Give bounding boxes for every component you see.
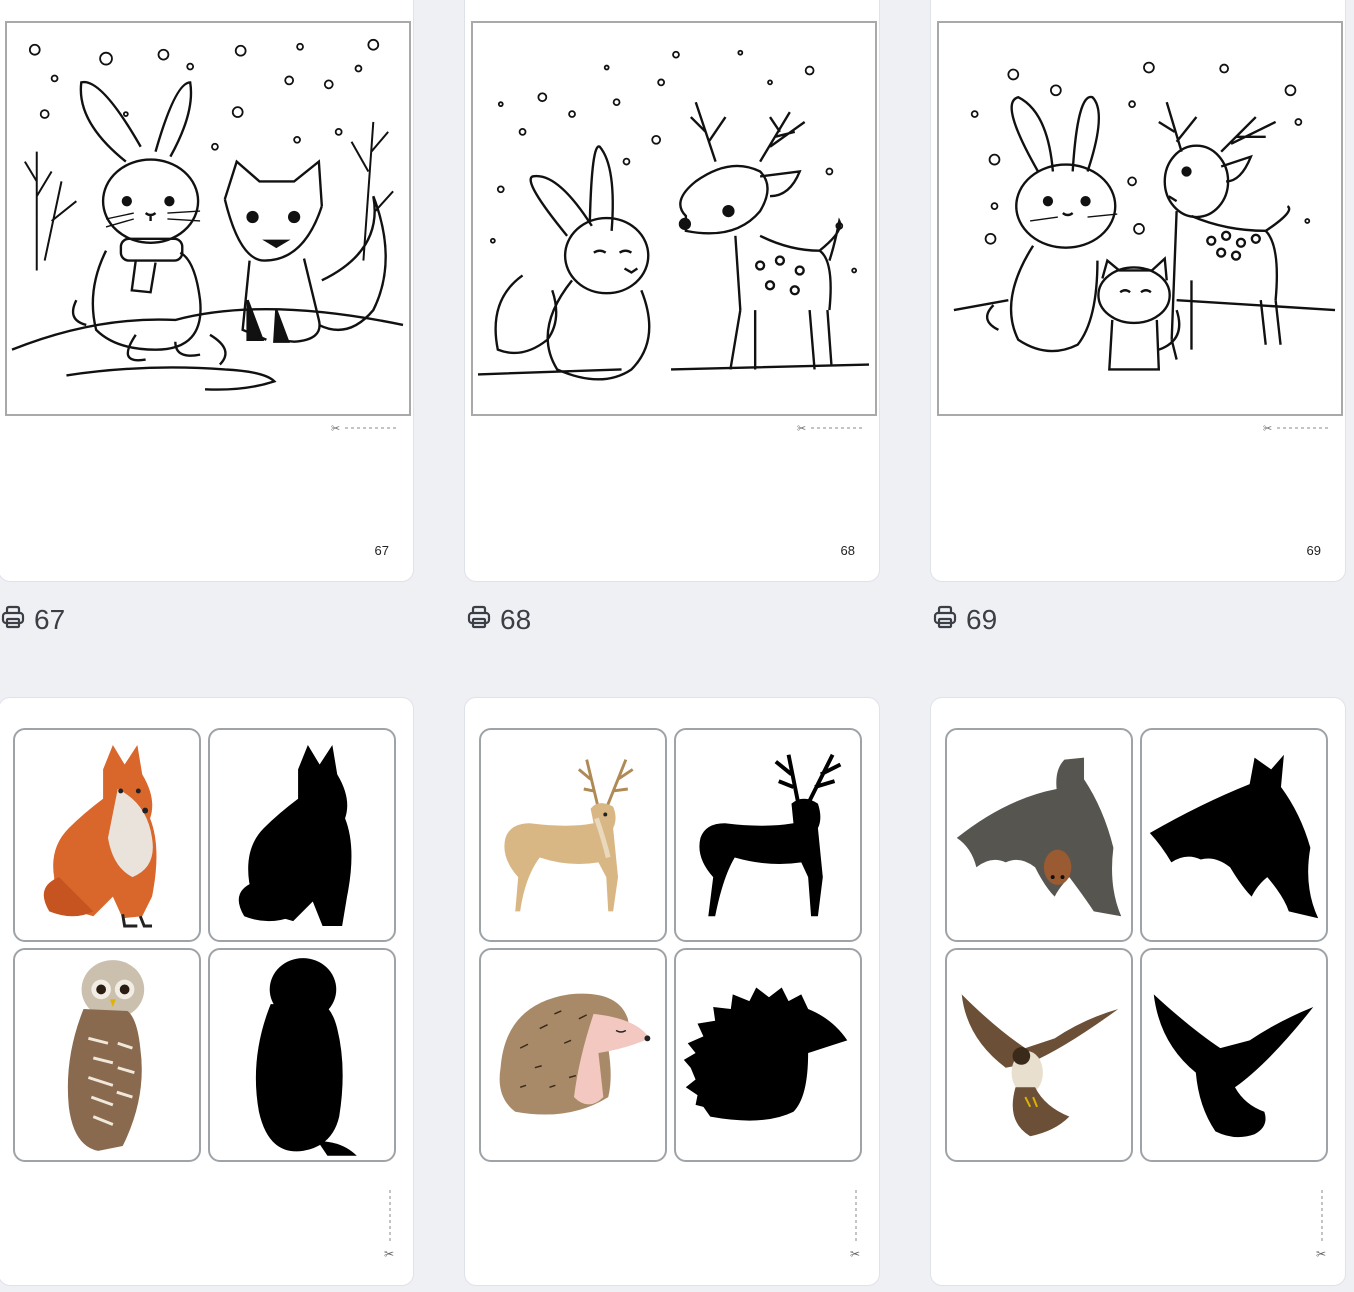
coloring-card-68[interactable]: ✂ 68 <box>464 0 880 582</box>
print-button-67[interactable]: 67 <box>0 603 65 637</box>
page-number: 68 <box>840 543 855 558</box>
tile-hedgehog-color <box>479 948 667 1162</box>
tile-deer-silhouette <box>674 728 862 942</box>
coloring-image-bunny-fox <box>5 21 411 416</box>
svg-text:✂: ✂ <box>384 1247 394 1260</box>
page-number: 69 <box>1306 543 1321 558</box>
tile-bat-silhouette <box>1140 728 1328 942</box>
matching-card-bat-bird[interactable]: ✂ <box>930 697 1346 1286</box>
matching-card-fox-owl[interactable]: ✂ <box>0 697 414 1286</box>
cut-line-scissors-icon: ✂ <box>383 1190 397 1260</box>
coloring-card-69[interactable]: ✂ 69 <box>930 0 1346 582</box>
cut-line-scissors-icon: ✂ <box>1315 1190 1329 1260</box>
cut-line-scissors-icon: ✂ <box>849 1190 863 1260</box>
print-button-69[interactable]: 69 <box>932 603 997 637</box>
tile-bat-color <box>945 728 1133 942</box>
svg-text:✂: ✂ <box>331 423 340 433</box>
svg-text:✂: ✂ <box>1316 1247 1326 1260</box>
cut-line-scissors-icon: ✂ <box>797 423 863 433</box>
print-label-text[interactable]: 68 <box>500 604 531 636</box>
tile-owl-color <box>13 948 201 1162</box>
tile-deer-color <box>479 728 667 942</box>
tile-owl-silhouette <box>208 948 396 1162</box>
tile-hedgehog-silhouette <box>674 948 862 1162</box>
printer-icon[interactable] <box>932 604 958 637</box>
print-button-68[interactable]: 68 <box>466 603 531 637</box>
tile-fox-color <box>13 728 201 942</box>
svg-text:✂: ✂ <box>1263 423 1272 433</box>
printer-icon[interactable] <box>0 604 26 637</box>
cut-line-scissors-icon: ✂ <box>1263 423 1329 433</box>
coloring-card-67[interactable]: ✂ 67 <box>0 0 414 582</box>
tile-fox-silhouette <box>208 728 396 942</box>
cut-line-scissors-icon: ✂ <box>331 423 397 433</box>
svg-text:✂: ✂ <box>797 423 806 433</box>
coloring-image-bunny-deer <box>471 21 877 416</box>
print-label-text[interactable]: 67 <box>34 604 65 636</box>
printer-icon[interactable] <box>466 604 492 637</box>
tile-bird-color <box>945 948 1133 1162</box>
tile-bird-silhouette <box>1140 948 1328 1162</box>
svg-text:✂: ✂ <box>850 1247 860 1260</box>
print-label-text[interactable]: 69 <box>966 604 997 636</box>
coloring-image-bunny-kitten-deer <box>937 21 1343 416</box>
matching-card-deer-hedgehog[interactable]: ✂ <box>464 697 880 1286</box>
page-number: 67 <box>374 543 389 558</box>
